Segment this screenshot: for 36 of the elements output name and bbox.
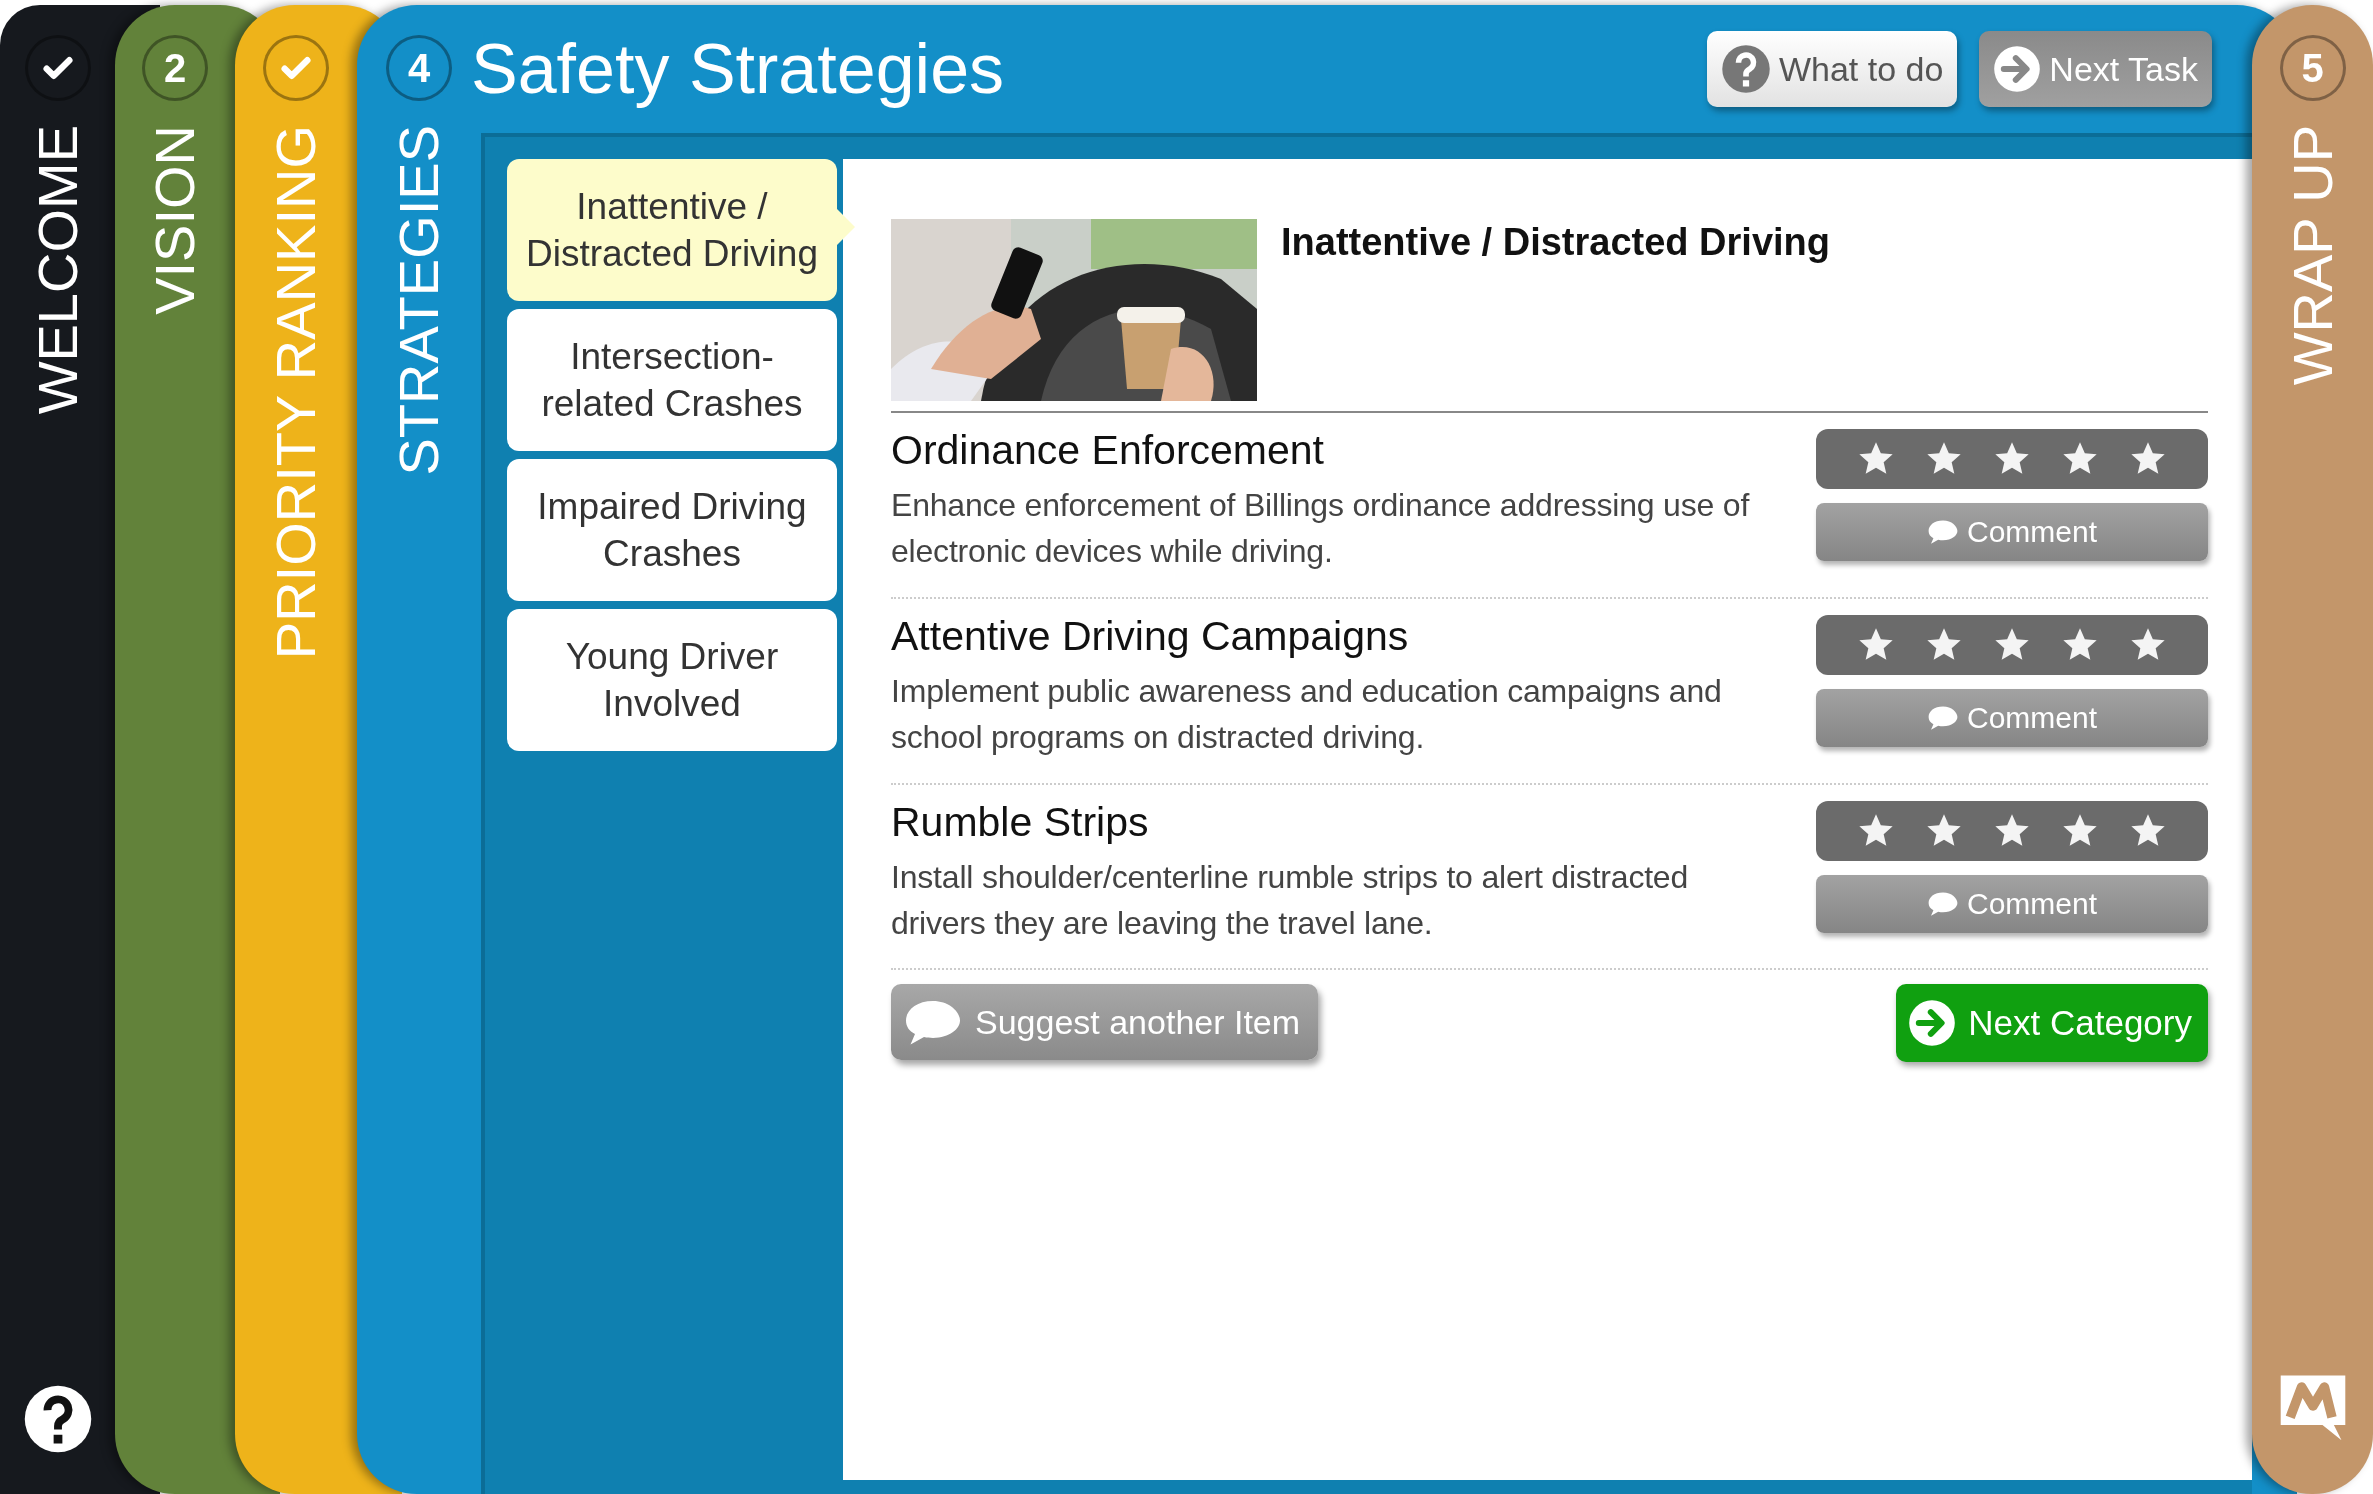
comment-button[interactable]: Comment: [1816, 503, 2208, 561]
strategy-description: Implement public awareness and education campaigns and school programs on distracted driving.: [891, 671, 1723, 758]
strategy-description: Install shoulder/centerline rumble strips to alert distracted drivers they are leaving the travel lane.: [891, 857, 1690, 943]
suggest-button[interactable]: Suggest another Item: [891, 984, 1319, 1061]
star-rating[interactable]: [1816, 800, 2208, 861]
star-rating[interactable]: [1816, 429, 2208, 489]
next-task-button[interactable]: Next Task: [1979, 31, 2212, 107]
stage-tab[interactable]: STRATEGIES: [391, 125, 447, 476]
help-button[interactable]: What to do: [1706, 31, 1958, 107]
help-icon: [1720, 44, 1771, 94]
comment-button[interactable]: Comment: [1816, 874, 2208, 933]
stage-tab[interactable]: WRAP UP: [2284, 125, 2341, 386]
comment-button[interactable]: Comment: [1816, 688, 2208, 747]
speech-bubble-icon: [1926, 890, 1959, 917]
stage-tab[interactable]: VISION: [147, 125, 203, 315]
strategy-title: Attentive Driving Campaigns: [891, 612, 1410, 660]
stage-tab[interactable]: WELCOME: [29, 125, 86, 415]
star-rating[interactable]: [1816, 614, 2208, 675]
category-heading: Inattentive / Distracted Driving: [1281, 221, 1830, 265]
page-title: Safety Strategies: [471, 29, 1006, 109]
next-category-button[interactable]: Next Category: [1896, 984, 2208, 1063]
speech-bubble-icon: [1926, 705, 1959, 731]
category-item[interactable]: Impaired Driving Crashes: [507, 459, 837, 601]
step-badge[interactable]: 5: [2279, 35, 2346, 101]
stage-tab[interactable]: PRIORITY RANKING: [268, 125, 324, 660]
help-icon[interactable]: [22, 1384, 93, 1454]
speech-bubble-icon: [1926, 519, 1959, 545]
strategy-title: Rumble Strips: [891, 798, 1150, 846]
speech-bubble-icon: [903, 998, 963, 1047]
strategy-title: Ordinance Enforcement: [891, 427, 1325, 474]
category-item[interactable]: Intersection-related Crashes: [507, 309, 837, 451]
step-badge[interactable]: 4: [386, 35, 452, 101]
category-item[interactable]: Young Driver Involved: [507, 609, 837, 751]
selection-pointer: [837, 209, 855, 245]
step-badge[interactable]: 2: [142, 35, 208, 101]
strategy-description: Enhance enforcement of Billings ordinance addressing use of electronic devices while driving.: [891, 486, 1751, 572]
